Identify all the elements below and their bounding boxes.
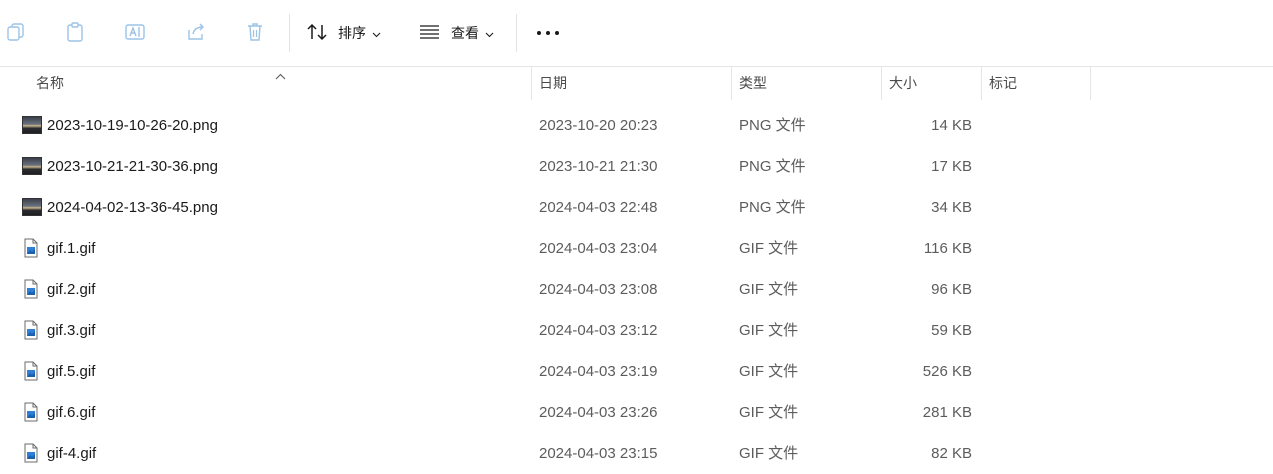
file-type: PNG 文件 <box>739 117 806 134</box>
file-type: GIF 文件 <box>739 363 799 380</box>
sort-button[interactable]: 排序 <box>306 18 381 48</box>
view-icon <box>419 24 441 43</box>
file-size: 14 KB <box>931 117 972 134</box>
column-divider[interactable] <box>981 67 982 100</box>
gif-file-icon <box>22 361 42 381</box>
file-size: 17 KB <box>931 158 972 175</box>
file-size: 82 KB <box>931 445 972 462</box>
file-date: 2024-04-03 22:48 <box>539 199 658 216</box>
file-row[interactable]: 2023-10-19-10-26-20.png 2023-10-20 20:23… <box>0 105 1273 146</box>
file-row[interactable]: gif.3.gif 2024-04-03 23:12 GIF 文件 59 KB <box>0 310 1273 351</box>
view-button[interactable]: 查看 <box>419 18 494 48</box>
view-label: 查看 <box>451 25 479 41</box>
gif-file-icon <box>22 320 42 340</box>
toolbar-divider <box>289 14 290 52</box>
file-type: GIF 文件 <box>739 322 799 339</box>
file-type: PNG 文件 <box>739 158 806 175</box>
toolbar-divider <box>516 14 517 52</box>
file-name: gif.2.gif <box>47 281 96 298</box>
file-name: gif-4.gif <box>47 445 97 462</box>
file-name: 2023-10-19-10-26-20.png <box>47 117 218 134</box>
file-size: 96 KB <box>931 281 972 298</box>
column-divider[interactable] <box>1090 67 1091 100</box>
column-header: 名称 日期 类型 大小 标记 <box>0 67 1273 100</box>
file-date: 2023-10-20 20:23 <box>539 117 658 134</box>
column-type[interactable]: 类型 <box>739 67 767 100</box>
file-row[interactable]: 2024-04-02-13-36-45.png 2024-04-03 22:48… <box>0 187 1273 228</box>
file-size: 59 KB <box>931 322 972 339</box>
file-date: 2024-04-03 23:12 <box>539 322 658 339</box>
sort-icon <box>306 22 328 45</box>
file-size: 116 KB <box>923 240 972 257</box>
column-name[interactable]: 名称 <box>36 67 64 100</box>
file-row[interactable]: gif.2.gif 2024-04-03 23:08 GIF 文件 96 KB <box>0 269 1273 310</box>
file-size: 526 KB <box>922 363 972 380</box>
sort-ascending-icon <box>275 67 286 85</box>
copy-icon[interactable] <box>4 20 28 44</box>
file-row[interactable]: gif-4.gif 2024-04-03 23:15 GIF 文件 82 KB <box>0 433 1273 474</box>
file-row[interactable]: gif.5.gif 2024-04-03 23:19 GIF 文件 526 KB <box>0 351 1273 392</box>
share-icon[interactable] <box>184 20 208 44</box>
column-date[interactable]: 日期 <box>539 67 567 100</box>
image-thumbnail-icon <box>22 197 42 217</box>
gif-file-icon <box>22 402 42 422</box>
file-name: 2023-10-21-21-30-36.png <box>47 158 218 175</box>
column-divider[interactable] <box>531 67 532 100</box>
paste-icon[interactable] <box>63 20 87 44</box>
chevron-down-icon <box>485 25 494 41</box>
file-size: 34 KB <box>931 199 972 216</box>
file-row[interactable]: gif.6.gif 2024-04-03 23:26 GIF 文件 281 KB <box>0 392 1273 433</box>
command-bar: 排序 查看 <box>0 0 1273 67</box>
more-options-icon[interactable] <box>537 28 559 38</box>
file-date: 2024-04-03 23:08 <box>539 281 658 298</box>
file-date: 2024-04-03 23:19 <box>539 363 658 380</box>
column-divider[interactable] <box>731 67 732 100</box>
file-type: GIF 文件 <box>739 281 799 298</box>
file-type: GIF 文件 <box>739 240 799 257</box>
gif-file-icon <box>22 279 42 299</box>
column-tags[interactable]: 标记 <box>989 67 1017 100</box>
chevron-down-icon <box>372 25 381 41</box>
delete-icon[interactable] <box>243 20 267 44</box>
file-date: 2024-04-03 23:15 <box>539 445 658 462</box>
file-row[interactable]: 2023-10-21-21-30-36.png 2023-10-21 21:30… <box>0 146 1273 187</box>
file-date: 2024-04-03 23:04 <box>539 240 658 257</box>
file-name: gif.1.gif <box>47 240 96 257</box>
file-date: 2024-04-03 23:26 <box>539 404 658 421</box>
column-divider[interactable] <box>881 67 882 100</box>
gif-file-icon <box>22 238 42 258</box>
file-name: gif.5.gif <box>47 363 96 380</box>
file-type: PNG 文件 <box>739 199 806 216</box>
file-type: GIF 文件 <box>739 404 799 421</box>
file-name: gif.3.gif <box>47 322 96 339</box>
image-thumbnail-icon <box>22 156 42 176</box>
file-name: gif.6.gif <box>47 404 96 421</box>
file-type: GIF 文件 <box>739 445 799 462</box>
image-thumbnail-icon <box>22 115 42 135</box>
sort-label: 排序 <box>338 25 366 41</box>
rename-icon[interactable] <box>123 20 147 44</box>
column-size[interactable]: 大小 <box>889 67 917 100</box>
file-row[interactable]: gif.1.gif 2024-04-03 23:04 GIF 文件 116 KB <box>0 228 1273 269</box>
gif-file-icon <box>22 443 42 463</box>
file-size: 281 KB <box>922 404 972 421</box>
file-date: 2023-10-21 21:30 <box>539 158 658 175</box>
file-name: 2024-04-02-13-36-45.png <box>47 199 218 216</box>
